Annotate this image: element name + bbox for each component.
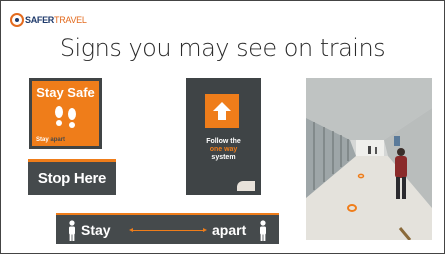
stay-apart-sign: Stay apart: [56, 213, 279, 244]
one-way-sign: Follow the one way system: [186, 78, 261, 195]
one-way-line2: one way: [209, 146, 238, 153]
logo-mark-icon: [10, 13, 24, 27]
distance-arrow-icon: [129, 228, 207, 232]
arrow-up-icon: [205, 94, 239, 128]
logo-brand: SAFER: [25, 15, 55, 25]
one-way-line3: system: [211, 154, 236, 161]
footprints-icon: [55, 106, 76, 128]
stay-safe-footer-apart: apart: [50, 137, 66, 143]
one-way-line1: Follow the: [206, 138, 241, 145]
stop-here-sign: Stop Here: [28, 159, 116, 195]
logo-suffix: TRAVEL: [54, 15, 87, 25]
stay-safe-heading: Stay Safe: [36, 85, 95, 100]
stop-here-label: Stop Here: [37, 170, 107, 187]
slide-title: Signs you may see on trains: [59, 34, 386, 62]
stay-safe-sign: Stay Safe Stay apart: [29, 78, 102, 149]
person-icon: [69, 220, 75, 241]
stay-apart-right-word: apart: [212, 222, 247, 238]
operator-badge-icon: [237, 181, 255, 191]
safer-travel-logo: SAFERTRAVEL: [10, 11, 87, 29]
stay-apart-left-word: Stay: [81, 222, 111, 238]
slide: SAFERTRAVEL Signs you may see on trains …: [0, 0, 445, 254]
station-walkway-photo: [306, 78, 432, 240]
person-icon: [260, 220, 266, 241]
stay-safe-footer-stay: Stay: [36, 137, 49, 143]
